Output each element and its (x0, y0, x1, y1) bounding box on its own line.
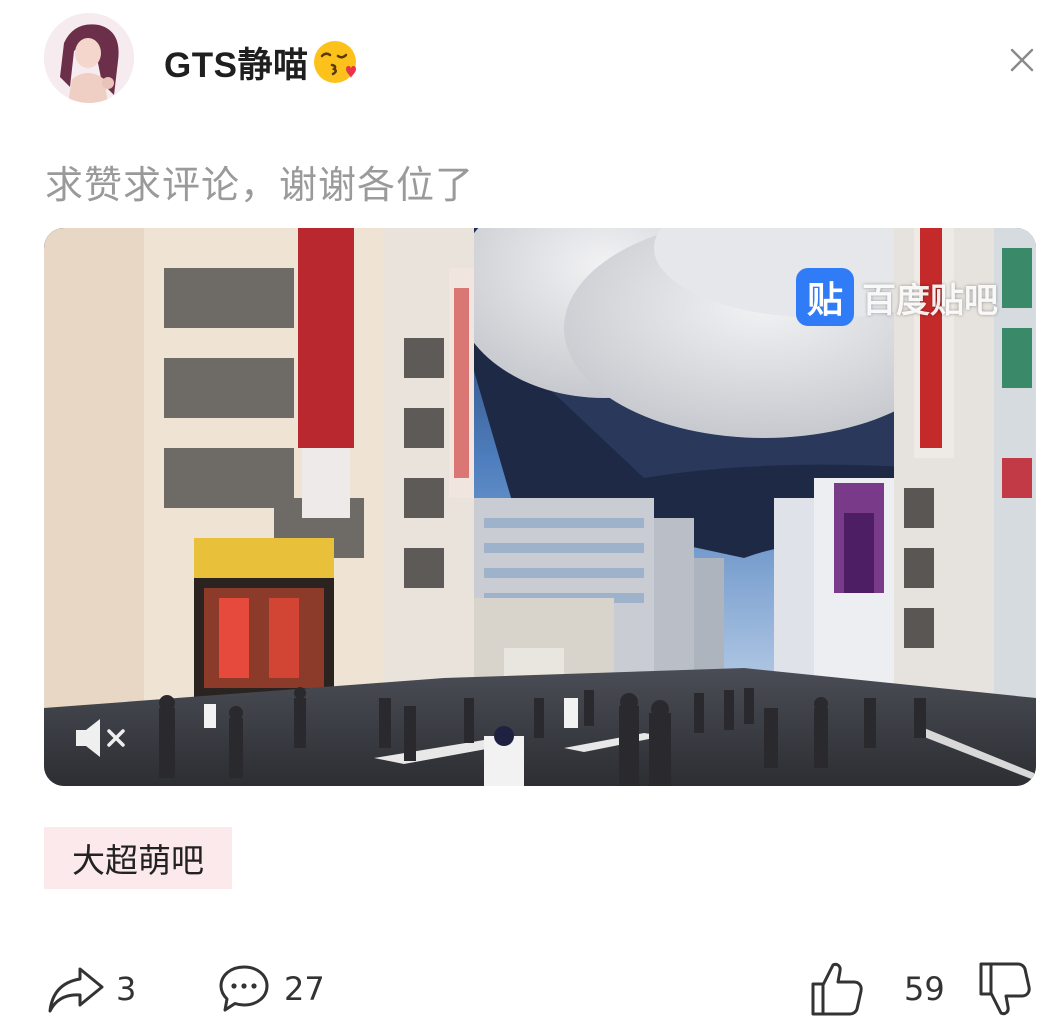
avatar[interactable] (44, 13, 134, 103)
username[interactable]: GTS静喵 (164, 37, 308, 88)
share-count: 3 (116, 970, 137, 1008)
username-group[interactable]: GTS静喵 (164, 36, 358, 88)
post-text: 求赞求评论，谢谢各位了 (45, 163, 475, 207)
like-button[interactable]: 59 (810, 958, 945, 1020)
forum-tag[interactable]: 大超萌吧 (44, 827, 232, 889)
thumbs-up-icon (811, 962, 863, 1016)
baidu-tieba-watermark: 贴 百度贴吧 (796, 268, 998, 326)
tieba-logo-icon: 贴 (796, 268, 854, 326)
post-header: GTS静喵 (0, 0, 1060, 130)
like-count: 59 (904, 970, 945, 1008)
watermark-text: 百度贴吧 (862, 280, 998, 321)
comment-button[interactable]: 27 (218, 958, 325, 1020)
kiss-emoji-icon (314, 41, 357, 83)
forum-tag-label: 大超萌吧 (72, 841, 204, 880)
close-icon (1010, 48, 1034, 72)
comment-count: 27 (284, 970, 325, 1008)
share-icon (48, 967, 104, 1013)
dislike-button[interactable] (978, 958, 1032, 1020)
comment-icon (219, 965, 269, 1012)
thumbs-down-icon (979, 962, 1031, 1016)
speaker-muted-icon (76, 719, 125, 757)
close-button[interactable] (1000, 38, 1044, 82)
video-player[interactable]: 贴 百度贴吧 (44, 228, 1036, 786)
share-button[interactable]: 3 (46, 958, 136, 1020)
mute-button[interactable] (72, 716, 132, 760)
